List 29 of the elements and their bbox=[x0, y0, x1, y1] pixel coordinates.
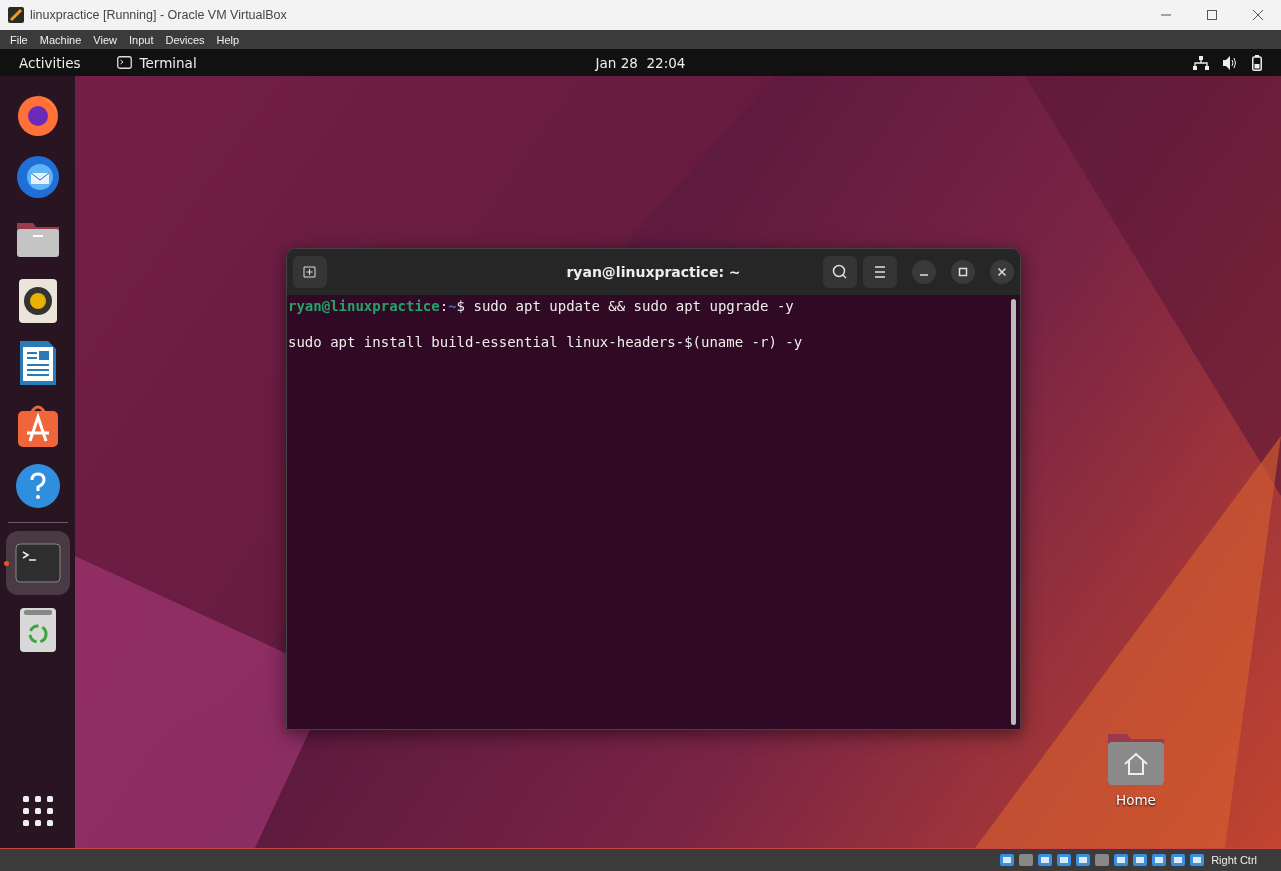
host-key-label: Right Ctrl bbox=[1211, 854, 1257, 866]
terminal-launcher[interactable] bbox=[5, 531, 70, 595]
volume-icon[interactable] bbox=[1223, 55, 1238, 70]
menu-item[interactable]: Machine bbox=[39, 33, 82, 46]
app-grid-button[interactable] bbox=[22, 796, 53, 826]
desktop-icon-label[interactable]: Home bbox=[1116, 792, 1156, 808]
search-button[interactable] bbox=[823, 256, 857, 288]
clock[interactable]: Jan 28 22:04 bbox=[595, 54, 686, 71]
maximize-button[interactable] bbox=[951, 260, 975, 284]
menu-item[interactable]: Help bbox=[216, 33, 240, 46]
terminal-line: sudo apt install build-essential linux-headers-$(uname -r) -y bbox=[288, 333, 804, 351]
new-tab-button[interactable] bbox=[293, 256, 327, 288]
app-menu[interactable]: Terminal bbox=[139, 54, 197, 71]
menu-item[interactable]: View bbox=[93, 33, 117, 46]
terminal-line: ryan@linuxpractice:~$ sudo apt update && sudo apt upgrade -y bbox=[288, 297, 795, 315]
window-title: linuxpractice [Running] - Oracle VM VirtualBox bbox=[30, 8, 287, 22]
battery-icon[interactable] bbox=[1252, 54, 1262, 71]
virtualbox-icon bbox=[8, 7, 24, 23]
terminal-icon bbox=[116, 56, 132, 69]
menu-item[interactable]: File bbox=[10, 33, 28, 46]
minimize-button[interactable] bbox=[912, 260, 936, 284]
scrollbar[interactable] bbox=[1011, 299, 1016, 725]
menu-item[interactable]: Input bbox=[128, 33, 154, 46]
activities-button[interactable]: Activities bbox=[19, 54, 81, 71]
menu-button[interactable] bbox=[863, 256, 897, 288]
menu-item[interactable]: Devices bbox=[165, 33, 205, 46]
close-button[interactable] bbox=[990, 260, 1014, 284]
home-folder-icon[interactable] bbox=[1107, 732, 1165, 786]
terminal-title: ryan@linuxpractice: ~ bbox=[566, 264, 741, 280]
